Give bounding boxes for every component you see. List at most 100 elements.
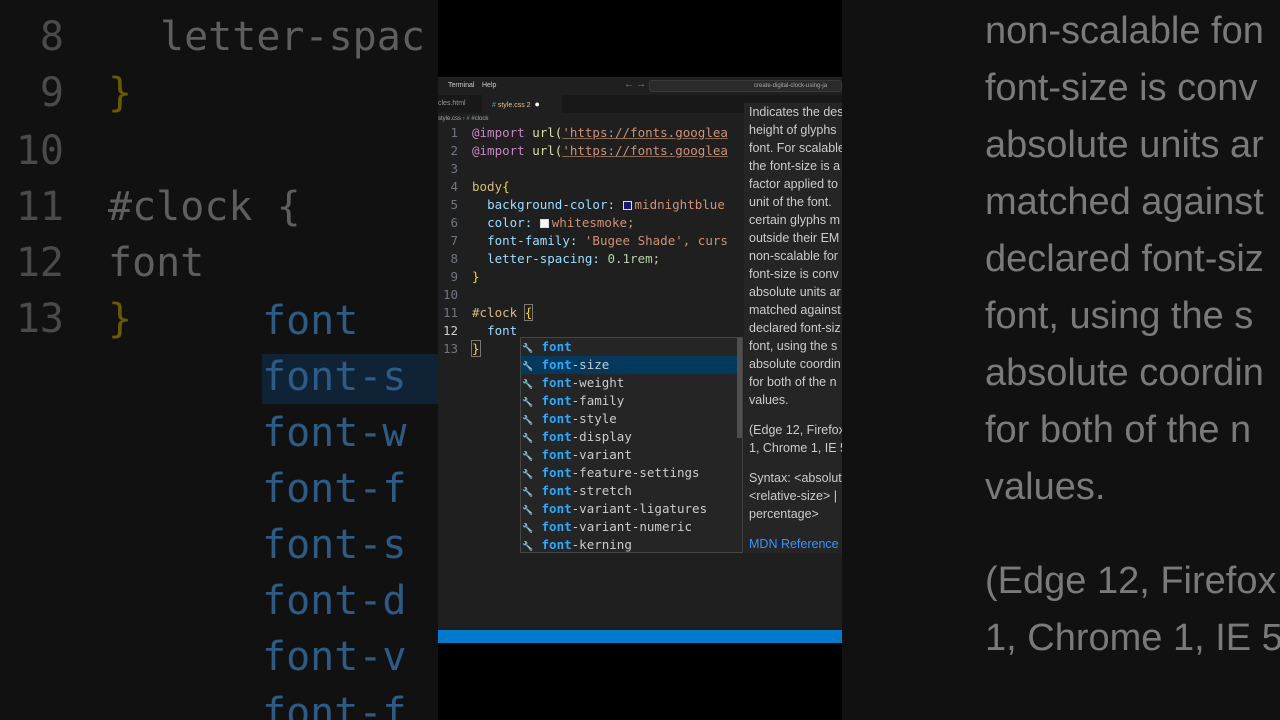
menu-terminal[interactable]: Terminal [448, 82, 474, 89]
css-value: 'Bugee Shade', curs [584, 233, 728, 248]
match-text: font [541, 339, 572, 354]
doc-line: (Edge 12, Firefox [749, 423, 842, 437]
css-value: whitesmoke; [551, 215, 635, 230]
suggestion-item[interactable]: 🔧 font-variant [521, 446, 742, 464]
css-value: midnightblue [634, 197, 725, 212]
code-line-12: font [472, 323, 517, 338]
problem-count-badge: 2 [526, 102, 531, 109]
mdn-reference-link[interactable]: MDN Reference [749, 535, 839, 553]
line-number: 4 [450, 179, 458, 194]
line-number-current: 12 [442, 323, 458, 338]
doc-line: for both of the n [749, 375, 837, 389]
bg-line-number: 13 [15, 296, 64, 342]
breadcrumb-symbol[interactable]: #clock [471, 116, 488, 122]
line-number: 13 [442, 341, 458, 356]
css-property: background-color: [487, 197, 615, 212]
rest-text: -size [571, 357, 610, 372]
doc-line: percentage> [749, 507, 819, 521]
bg-code-line: #clock { [108, 184, 301, 230]
suggestion-item[interactable]: 🔧 font-weight [521, 374, 742, 392]
doc-line: height of glyphs [749, 123, 837, 137]
tab-html-file[interactable]: cles.html [438, 95, 482, 113]
url-string-link[interactable]: 'https://fonts.googlea [562, 143, 728, 158]
doc-line: font. For scalable [749, 141, 842, 155]
close-brace-matched: } [471, 340, 481, 357]
suggestion-item[interactable]: 🔧 font-variant-numeric [521, 518, 742, 536]
code-line-1: @import url('https://fonts.googlea [472, 125, 728, 140]
line-number: 10 [442, 287, 458, 302]
menu-help[interactable]: Help [482, 82, 496, 89]
bg-code-line: font [108, 240, 205, 286]
suggestion-item[interactable]: 🔧 font-display [521, 428, 742, 446]
back-arrow-icon[interactable]: ← [624, 79, 634, 90]
rest-text: -variant [571, 447, 632, 462]
clock-selector: #clock [472, 305, 518, 320]
suggestion-item[interactable]: 🔧 font-stretch [521, 482, 742, 500]
bg-suggestion: font-d [262, 578, 407, 624]
suggestion-item[interactable]: 🔧 font-style [521, 410, 742, 428]
forward-arrow-icon[interactable]: → [636, 79, 646, 90]
code-line-2: @import url('https://fonts.googlea [472, 143, 728, 158]
tab-style-css[interactable]: # style.css 2 ● [482, 95, 562, 113]
import-keyword: @import [472, 143, 525, 158]
color-swatch-whitesmoke[interactable] [539, 219, 549, 228]
rest-text: -display [571, 429, 632, 444]
bg-suggestion: font-s [262, 522, 407, 568]
line-number: 5 [450, 197, 458, 212]
symbol-icon: # [466, 116, 470, 122]
tab-label: cles.html [438, 100, 466, 107]
search-text: create-digital-clock-using-ja [754, 83, 828, 89]
url-function: url( [532, 143, 563, 158]
suggestion-item[interactable]: 🔧 font-variant-ligatures [521, 500, 742, 518]
bg-suggestion: font-f [262, 690, 407, 720]
match-text: font [541, 411, 572, 426]
css-property: font-family: [487, 233, 578, 248]
line-number: 7 [450, 233, 458, 248]
match-text: font [541, 375, 572, 390]
code-line-6: color: whitesmoke; [472, 215, 635, 230]
breadcrumb-file[interactable]: style.css [438, 116, 461, 122]
bg-doc-line: declared font-siz [985, 238, 1264, 280]
bg-doc-line: font-size is conv [985, 67, 1258, 109]
doc-line: factor applied to [749, 177, 838, 191]
wrench-icon: 🔧 [522, 542, 534, 552]
match-text: font [541, 537, 572, 552]
suggestion-item[interactable]: 🔧 font-family [521, 392, 742, 410]
doc-line: Indicates the des [749, 105, 842, 119]
match-text: font [541, 357, 572, 372]
code-line-7: font-family: 'Bugee Shade', curs [472, 233, 728, 248]
url-string-link[interactable]: 'https://fonts.googlea [562, 125, 728, 140]
match-text: font [541, 393, 572, 408]
css-property: color: [487, 215, 533, 230]
suggestion-item[interactable]: 🔧 font [521, 338, 742, 356]
rest-text: -variant-numeric [571, 519, 693, 534]
command-center-search[interactable]: create-digital-clock-using-ja [649, 80, 842, 92]
match-text: font [541, 519, 572, 534]
unsaved-dot-icon[interactable]: ● [535, 99, 540, 109]
suggestion-item[interactable]: 🔧 font-feature-settings [521, 464, 742, 482]
bg-suggestion: font-v [262, 634, 407, 680]
code-line-8: letter-spacing: 0.1rem; [472, 251, 660, 266]
match-text: font [541, 465, 572, 480]
doc-line: unit of the font. [749, 195, 832, 209]
suggestion-scrollbar[interactable] [737, 338, 742, 438]
doc-line: 1, Chrome 1, IE 5 [749, 441, 842, 455]
bg-doc-line: for both of the n [985, 409, 1252, 451]
code-line-13: } [471, 340, 481, 357]
suggestion-item[interactable]: 🔧 font-kerning [521, 536, 742, 554]
code-line-11: #clock { [472, 304, 534, 321]
doc-line: <relative-size> | [749, 489, 838, 503]
suggestion-item-selected[interactable]: 🔧 font-size [521, 356, 742, 374]
close-brace: } [472, 269, 480, 284]
tab-label: style.css [497, 102, 525, 109]
rest-text: -weight [571, 375, 625, 390]
doc-line: font-size is conv [749, 267, 839, 281]
bg-line-number: 9 [39, 70, 64, 116]
bg-doc-line: absolute units ar [985, 124, 1264, 166]
color-swatch-midnightblue[interactable] [622, 201, 632, 210]
bg-suggestion: font [262, 298, 359, 344]
match-text: font [541, 429, 572, 444]
body-selector: body [472, 179, 503, 194]
doc-line: certain glyphs m [749, 213, 841, 227]
doc-line: declared font-siz [749, 321, 841, 335]
